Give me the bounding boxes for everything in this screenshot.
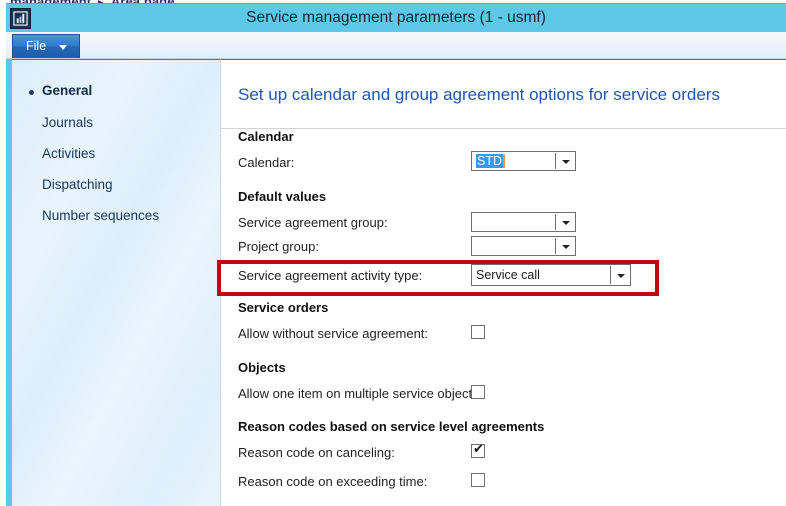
group-title-objects: Objects [238,360,286,375]
window-titlebar: Service management parameters (1 - usmf) [6,3,786,32]
content-pane: Set up calendar and group agreement opti… [221,59,786,506]
label-reason-code-on-canceling: Reason code on canceling: [238,445,395,460]
service-management-parameters-window: Service management parameters (1 - usmf)… [6,3,786,506]
sidebar-item-label: Journals [42,115,94,130]
chevron-down-icon [59,45,67,50]
sidebar-item-dispatching[interactable]: Dispatching [12,176,220,198]
calendar-combobox[interactable]: STD [471,151,576,171]
service-agreement-activity-type-value: Service call [476,268,540,282]
group-title-reason-codes: Reason codes based on service level agre… [238,419,545,434]
window-title: Service management parameters (1 - usmf) [246,9,546,26]
allow-one-item-multiple-objects-checkbox[interactable] [471,385,485,399]
chevron-down-icon[interactable] [617,274,625,278]
combobox-divider [555,214,556,230]
service-agreement-group-combobox[interactable] [471,212,576,232]
sidebar-item-general[interactable]: General [12,82,220,104]
sidebar-navigation: General Journals Activities Dispatching … [12,59,221,506]
project-group-combobox[interactable] [471,236,576,256]
checkmark-icon: ✔ [473,442,484,457]
reason-code-on-exceeding-time-checkbox[interactable] [471,473,485,487]
reason-code-on-canceling-checkbox[interactable]: ✔ [471,442,485,458]
parameters-form: Calendar Calendar: STD Default values Se… [221,129,786,506]
sidebar-item-label: Number sequences [42,208,160,223]
group-title-calendar: Calendar [238,129,294,144]
sidebar-item-label: Activities [42,146,96,161]
label-reason-code-on-exceeding-time: Reason code on exceeding time: [238,474,428,489]
sidebar-item-activities[interactable]: Activities [12,145,220,167]
label-project-group: Project group: [238,239,319,254]
ribbon-bar: File [6,32,786,59]
group-title-service-orders: Service orders [238,300,329,315]
sidebar-item-label: General [42,83,93,98]
service-agreement-activity-type-combobox[interactable]: Service call [471,264,631,286]
sidebar-item-number-sequences[interactable]: Number sequences [12,207,220,229]
chevron-down-icon[interactable] [562,160,570,164]
label-service-agreement-group: Service agreement group: [238,215,388,230]
label-allow-one-item-multiple-objects: Allow one item on multiple service objec… [238,386,483,401]
combobox-divider [555,153,556,169]
combobox-divider [555,238,556,254]
group-title-default-values: Default values [238,189,327,204]
file-menu-label: File [26,39,47,53]
chevron-down-icon[interactable] [562,245,570,249]
calendar-combobox-value: STD [476,154,503,168]
chevron-down-icon[interactable] [562,221,570,225]
combobox-divider [610,266,611,284]
sidebar-item-label: Dispatching [42,177,113,192]
sidebar-item-journals[interactable]: Journals [12,114,220,136]
bullet-icon [29,90,34,95]
file-menu-button[interactable]: File [12,34,80,58]
label-calendar: Calendar: [238,155,295,170]
page-title: Set up calendar and group agreement opti… [238,85,720,104]
label-allow-without-service-agreement: Allow without service agreement: [238,326,429,341]
label-service-agreement-activity-type: Service agreement activity type: [238,268,423,283]
allow-without-service-agreement-checkbox[interactable] [471,325,485,339]
